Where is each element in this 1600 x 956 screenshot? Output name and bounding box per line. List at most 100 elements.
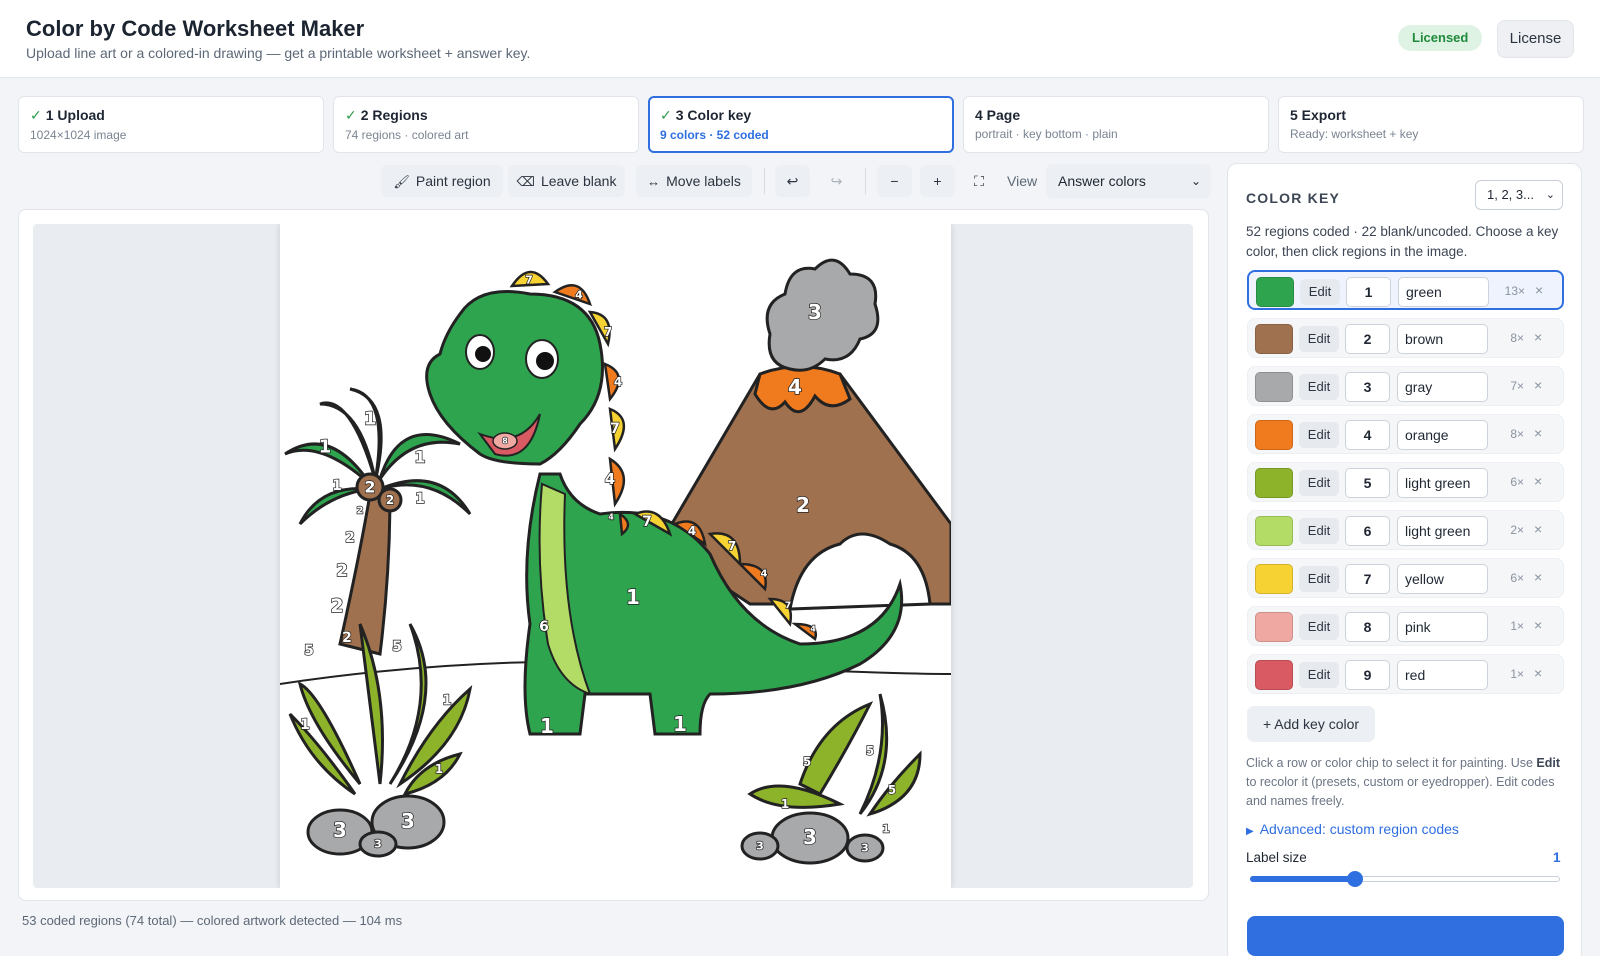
check-icon: ✓ xyxy=(660,107,672,123)
color-name-input[interactable]: pink xyxy=(1397,612,1488,642)
dino-pupil xyxy=(475,346,491,362)
add-key-color-button[interactable]: + Add key color xyxy=(1247,706,1375,742)
step-regions[interactable]: ✓ 2 Regions 74 regions · colored art xyxy=(333,96,639,153)
key-row[interactable]: Edit 9 red 1× × xyxy=(1247,654,1564,694)
close-icon[interactable]: × xyxy=(1534,329,1542,345)
check-icon: ✓ xyxy=(345,107,357,123)
view-select[interactable]: Answer colors ⌄ xyxy=(1046,164,1211,198)
close-icon[interactable]: × xyxy=(1534,377,1542,393)
worksheet-preview[interactable]: 1 1 1 1 1 2 2 2 2 2 2 2 7 4 7 4 7 4 4 7 … xyxy=(280,224,951,888)
key-row[interactable]: Edit 4 orange 8× × xyxy=(1247,414,1564,454)
color-chip[interactable] xyxy=(1255,612,1293,642)
step-title: 4 Page xyxy=(975,107,1021,123)
code-input[interactable]: 4 xyxy=(1345,420,1390,450)
help-text-part: to recolor it (presets, custom or eyedro… xyxy=(1246,775,1555,808)
edit-color-button[interactable]: Edit xyxy=(1299,422,1339,448)
code-input[interactable]: 7 xyxy=(1345,564,1390,594)
code-input[interactable]: 1 xyxy=(1346,277,1391,307)
color-chip[interactable] xyxy=(1256,277,1294,307)
toolbar-divider xyxy=(865,168,866,194)
edit-color-button[interactable]: Edit xyxy=(1299,470,1339,496)
view-label: View xyxy=(1007,173,1038,189)
artwork[interactable]: 1 1 1 1 1 2 2 2 2 2 2 2 7 4 7 4 7 4 4 7 … xyxy=(280,224,951,888)
edit-color-button[interactable]: Edit xyxy=(1299,518,1339,544)
zoom-in-button[interactable]: + xyxy=(920,165,955,197)
color-chip[interactable] xyxy=(1255,468,1293,498)
step-upload[interactable]: ✓ 1 Upload 1024×1024 image xyxy=(18,96,324,153)
key-row[interactable]: Edit 2 brown 8× × xyxy=(1247,318,1564,358)
leave-blank-button[interactable]: ⌫ Leave blank xyxy=(508,165,625,197)
color-chip[interactable] xyxy=(1255,516,1293,546)
region-label: 4 xyxy=(608,513,614,522)
color-chip[interactable] xyxy=(1255,564,1293,594)
close-icon[interactable]: × xyxy=(1534,473,1542,489)
step-export[interactable]: 5 Export Ready: worksheet + key xyxy=(1278,96,1584,153)
code-order-select[interactable]: 1, 2, 3... ⌄ xyxy=(1475,180,1563,210)
code-input[interactable]: 2 xyxy=(1345,324,1390,354)
arrows-icon: ↔ xyxy=(647,174,661,189)
close-icon[interactable]: × xyxy=(1535,282,1543,298)
app-title: Color by Code Worksheet Maker xyxy=(26,16,365,41)
step-color-key[interactable]: ✓ 3 Color key 9 colors · 52 coded xyxy=(648,96,954,153)
lava-region[interactable] xyxy=(753,365,852,413)
region-count: 8× xyxy=(1510,427,1524,441)
color-name-input[interactable]: light green xyxy=(1397,468,1488,498)
color-chip[interactable] xyxy=(1255,420,1293,450)
code-input[interactable]: 9 xyxy=(1345,660,1390,690)
color-name-input[interactable]: orange xyxy=(1397,420,1488,450)
caret-right-icon: ▶ xyxy=(1246,826,1254,837)
color-chip[interactable] xyxy=(1255,324,1293,354)
close-icon[interactable]: × xyxy=(1534,521,1542,537)
code-order-value: 1, 2, 3... xyxy=(1487,187,1534,202)
region-label: 3 xyxy=(803,825,817,849)
color-chip[interactable] xyxy=(1255,660,1293,690)
close-icon[interactable]: × xyxy=(1534,665,1542,681)
zoom-out-button[interactable]: − xyxy=(877,165,912,197)
color-name-input[interactable]: brown xyxy=(1397,324,1488,354)
code-input[interactable]: 6 xyxy=(1345,516,1390,546)
edit-color-button[interactable]: Edit xyxy=(1300,279,1340,305)
canvas-area[interactable]: 1 1 1 1 1 2 2 2 2 2 2 2 7 4 7 4 7 4 4 7 … xyxy=(33,224,1193,888)
code-input[interactable]: 8 xyxy=(1345,612,1390,642)
code-input[interactable]: 3 xyxy=(1345,372,1390,402)
color-chip[interactable] xyxy=(1255,372,1293,402)
step-title: 3 Color key xyxy=(675,107,752,123)
paint-region-button[interactable]: 🖌 Paint region xyxy=(381,165,503,197)
color-name-input[interactable]: green xyxy=(1398,277,1489,307)
edit-color-button[interactable]: Edit xyxy=(1299,326,1339,352)
color-name-input[interactable]: red xyxy=(1397,660,1488,690)
region-label: 5 xyxy=(888,783,896,797)
close-icon[interactable]: × xyxy=(1534,569,1542,585)
key-row[interactable]: Edit 5 light green 6× × xyxy=(1247,462,1564,502)
license-button[interactable]: License xyxy=(1497,20,1574,58)
key-row[interactable]: Edit 1 green 13× × xyxy=(1247,270,1564,310)
region-count: 8× xyxy=(1510,331,1524,345)
color-name-input[interactable]: yellow xyxy=(1397,564,1488,594)
region-label: 1 xyxy=(332,478,342,494)
close-icon[interactable]: × xyxy=(1534,425,1542,441)
fit-screen-button[interactable]: ⛶ xyxy=(962,165,996,197)
key-row[interactable]: Edit 3 gray 7× × xyxy=(1247,366,1564,406)
edit-color-button[interactable]: Edit xyxy=(1299,374,1339,400)
close-icon[interactable]: × xyxy=(1534,617,1542,633)
move-labels-button[interactable]: ↔ Move labels xyxy=(636,165,752,197)
edit-color-button[interactable]: Edit xyxy=(1299,566,1339,592)
code-input[interactable]: 5 xyxy=(1345,468,1390,498)
color-name-input[interactable]: light green xyxy=(1397,516,1488,546)
primary-action-button[interactable] xyxy=(1247,916,1564,956)
advanced-toggle[interactable]: ▶ Advanced: custom region codes xyxy=(1246,821,1459,837)
key-row[interactable]: Edit 6 light green 2× × xyxy=(1247,510,1564,550)
key-row[interactable]: Edit 7 yellow 6× × xyxy=(1247,558,1564,598)
edit-color-button[interactable]: Edit xyxy=(1299,614,1339,640)
region-label: 1 xyxy=(319,437,332,458)
edit-color-button[interactable]: Edit xyxy=(1299,662,1339,688)
label-size-slider-thumb[interactable] xyxy=(1347,871,1364,887)
redo-button[interactable]: ↪ xyxy=(819,165,854,197)
key-row[interactable]: Edit 8 pink 1× × xyxy=(1247,606,1564,646)
color-name-input[interactable]: gray xyxy=(1397,372,1488,402)
region-count: 6× xyxy=(1510,475,1524,489)
undo-button[interactable]: ↩ xyxy=(775,165,810,197)
smoke-region[interactable] xyxy=(765,258,880,372)
region-label: 4 xyxy=(788,375,802,399)
step-page[interactable]: 4 Page portrait · key bottom · plain xyxy=(963,96,1269,153)
